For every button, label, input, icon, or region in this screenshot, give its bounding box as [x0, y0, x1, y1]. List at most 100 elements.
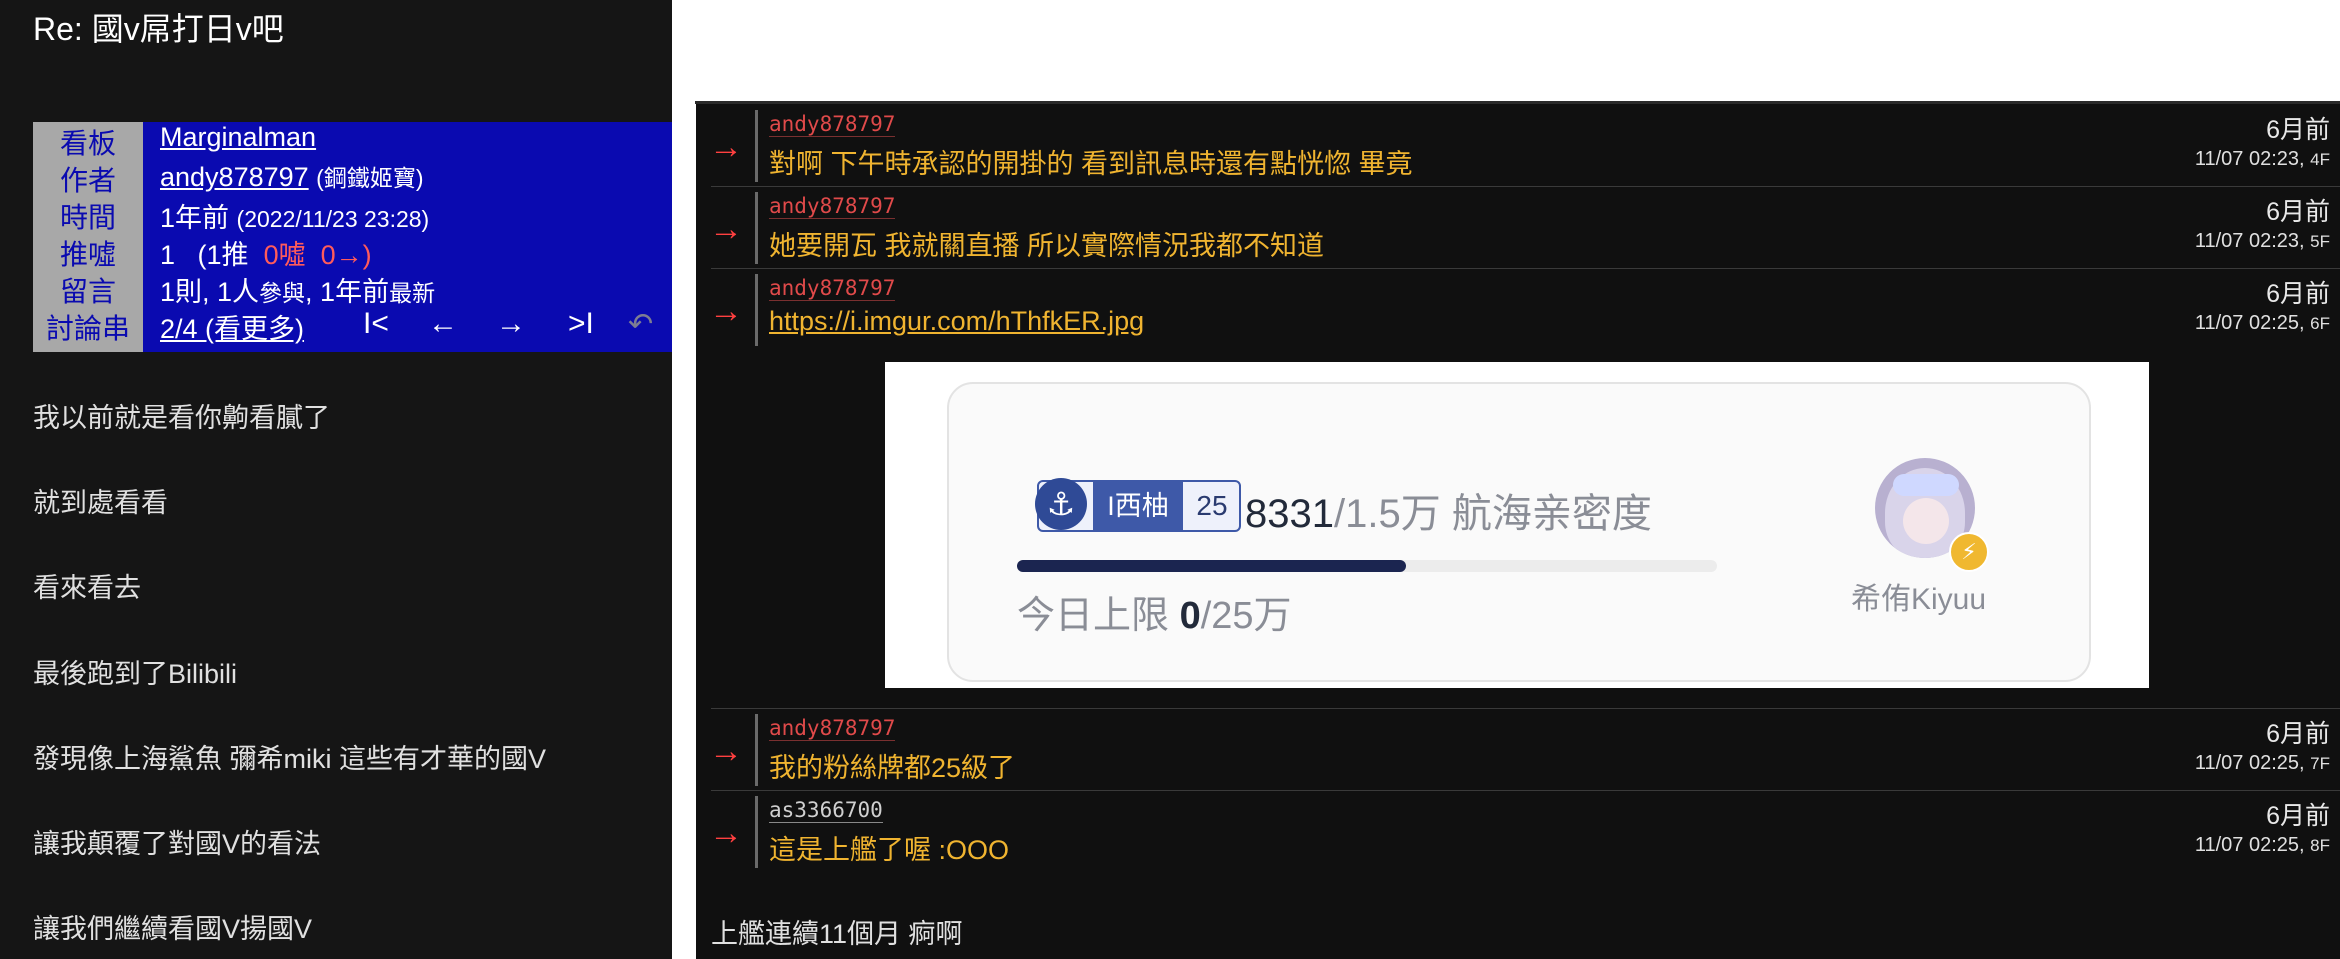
comment-divider [755, 110, 758, 182]
comment-divider [755, 274, 758, 346]
push-arrow-icon: → [709, 292, 743, 330]
comment-floor[interactable]: 7F [2310, 754, 2330, 773]
author-info: andy878797 (鋼鐵姬寶) [160, 159, 424, 193]
last-page-icon[interactable]: >I [568, 307, 594, 341]
comment-content: 這是上艦了喔 :OOO [769, 835, 1010, 865]
page-title: Re: 國v屌打日v吧 [33, 11, 284, 47]
comment-ago: 6月前 [2266, 802, 2330, 830]
meta-label-thread: 討論串 [45, 313, 130, 344]
vtuber-name: 希侑Kiyuu [1851, 583, 1987, 616]
panel-gutter [672, 102, 696, 959]
intimacy-current: 8331 [1245, 492, 1334, 536]
embedded-image[interactable]: ⚓ I西柚 25 8331/1.5万 航海亲密度 今日上限 0/25万 ⚡ 希侑… [885, 362, 2149, 688]
comment-time: 11/07 02:23, [2194, 230, 2311, 252]
medal-level: 25 [1196, 490, 1228, 521]
comment-time: 11/07 02:23, [2194, 148, 2311, 170]
comment-user[interactable]: andy878797 [769, 276, 896, 301]
comment-ago: 6月前 [2266, 280, 2330, 308]
body-line: 最後跑到了Bilibili [33, 659, 238, 689]
comment-time: 11/07 02:25, [2194, 834, 2311, 856]
meta-row-comments: 留言 1則, 1人參與, 1年前最新 [33, 270, 672, 307]
comment-row: → andy878797 對啊 下午時承認的開掛的 看到訊息時還有點恍惚 畢竟 … [705, 106, 2330, 186]
comment-floor[interactable]: 5F [2310, 232, 2330, 251]
comment-floor[interactable]: 4F [2310, 150, 2330, 169]
author-link[interactable]: andy878797 [160, 162, 309, 192]
meta-label-comments: 留言 [59, 276, 116, 307]
board-name: Marginalman [160, 122, 316, 153]
intimacy-count: 8331/1.5万 航海亲密度 [1245, 481, 1652, 539]
comment-participate: 參與 [259, 280, 306, 306]
meta-row-votes: 推噓 1 (1推 0噓 0→) [33, 233, 672, 270]
comment-timestamp: 11/07 02:23, 5F [2195, 230, 2330, 253]
comment-time: 11/07 02:25, [2194, 312, 2311, 334]
first-page-icon[interactable]: I< [363, 307, 389, 341]
comment-separator [711, 708, 2340, 709]
comments-top-border [695, 101, 2340, 104]
votes-arrow: 0→) [320, 240, 372, 270]
comment-floor[interactable]: 6F [2310, 314, 2330, 333]
medal-name: I西柚 [1093, 482, 1183, 530]
body-line: 看來看去 [33, 573, 141, 603]
comment-time: 11/07 02:25, [2194, 752, 2311, 774]
intimacy-progress-fill [1017, 560, 1406, 572]
limit-label: 今日上限 [1017, 595, 1180, 637]
thread-more-link[interactable]: 2/4 (看更多) [160, 314, 304, 344]
comment-user[interactable]: andy878797 [769, 716, 896, 741]
prev-arrow-icon[interactable]: ← [428, 307, 458, 341]
comment-ago: 6月前 [2266, 720, 2330, 748]
body-line: 讓我顛覆了對國V的看法 [33, 829, 322, 859]
comment-user[interactable]: andy878797 [769, 112, 896, 137]
body-line: 讓我們繼續看國V揚國V [33, 914, 313, 944]
comment-user[interactable]: as3366700 [769, 798, 883, 823]
votes-total: 1 [160, 240, 176, 270]
comment-user[interactable]: andy878797 [769, 194, 896, 219]
vote-summary: 1 (1推 0噓 0→) [160, 233, 372, 272]
body-line: 就到處看看 [33, 488, 168, 518]
fan-medal-card: ⚓ I西柚 25 8331/1.5万 航海亲密度 今日上限 0/25万 ⚡ 希侑… [947, 382, 2091, 682]
post-time: 1年前 (2022/11/23 23:28) [160, 196, 429, 235]
comment-timestamp: 11/07 02:23, 4F [2195, 148, 2330, 171]
comment-ago: 6月前 [2266, 116, 2330, 144]
intimacy-progress-bar [1017, 560, 1717, 572]
next-arrow-icon[interactable]: → [496, 307, 526, 341]
lightning-icon: ⚡ [1949, 532, 1989, 572]
comment-row: → as3366700 這是上艦了喔 :OOO 6月前 11/07 02:25,… [705, 792, 2330, 872]
limit-rest: /25万 [1200, 595, 1292, 637]
comment-divider [755, 714, 758, 786]
push-arrow-icon: → [709, 732, 743, 770]
intimacy-rest: /1.5万 航海亲密度 [1333, 492, 1652, 536]
comment-separator [711, 186, 2340, 187]
comment-row: → andy878797 我的粉絲牌都25級了 6月前 11/07 02:25,… [705, 710, 2330, 790]
push-arrow-icon: → [709, 814, 743, 852]
comment-latest-time: , 1年前 [305, 277, 390, 307]
time-full: (2022/11/23 23:28) [236, 206, 430, 232]
comment-separator [711, 268, 2340, 269]
right-header-blank [672, 0, 2340, 102]
meta-row-board: 看板 Marginalman [33, 122, 672, 159]
meta-label-author: 作者 [59, 165, 116, 196]
meta-label-board: 看板 [59, 128, 116, 159]
body-line: 發現像上海鯊魚 彌希miki 這些有才華的國V [33, 744, 546, 774]
daily-limit: 今日上限 0/25万 [1017, 584, 1292, 639]
article-meta-box: 看板 Marginalman 作者 andy878797 (鋼鐵姬寶) 時間 1… [33, 122, 672, 352]
board-link[interactable]: Marginalman [160, 122, 316, 152]
meta-label-votes: 推噓 [59, 239, 116, 270]
comment-ago: 6月前 [2266, 198, 2330, 226]
comment-timestamp: 11/07 02:25, 6F [2195, 312, 2330, 335]
back-icon[interactable]: ↶ [628, 307, 653, 342]
comment-content: 她要開瓦 我就關直播 所以實際情況我都不知道 [769, 231, 1325, 261]
meta-row-author: 作者 andy878797 (鋼鐵姬寶) [33, 159, 672, 196]
comment-row: → andy878797 她要開瓦 我就關直播 所以實際情況我都不知道 6月前 … [705, 188, 2330, 268]
thread-position: 2/4 (看更多) [160, 307, 304, 346]
comment-link[interactable]: https://i.imgur.com/hThfkER.jpg [769, 306, 1144, 337]
meta-label-time: 時間 [59, 202, 116, 233]
comment-divider [755, 796, 758, 868]
push-arrow-icon: → [709, 128, 743, 166]
comment-row: → andy878797 https://i.imgur.com/hThfkER… [705, 270, 2330, 350]
author-nickname: (鋼鐵姬寶) [316, 165, 424, 191]
comment-floor[interactable]: 8F [2310, 836, 2330, 855]
comment-summary: 1則, 1人參與, 1年前最新 [160, 270, 435, 309]
comment-divider [755, 192, 758, 264]
limit-current: 0 [1179, 595, 1201, 637]
votes-push: (1推 [197, 240, 249, 270]
